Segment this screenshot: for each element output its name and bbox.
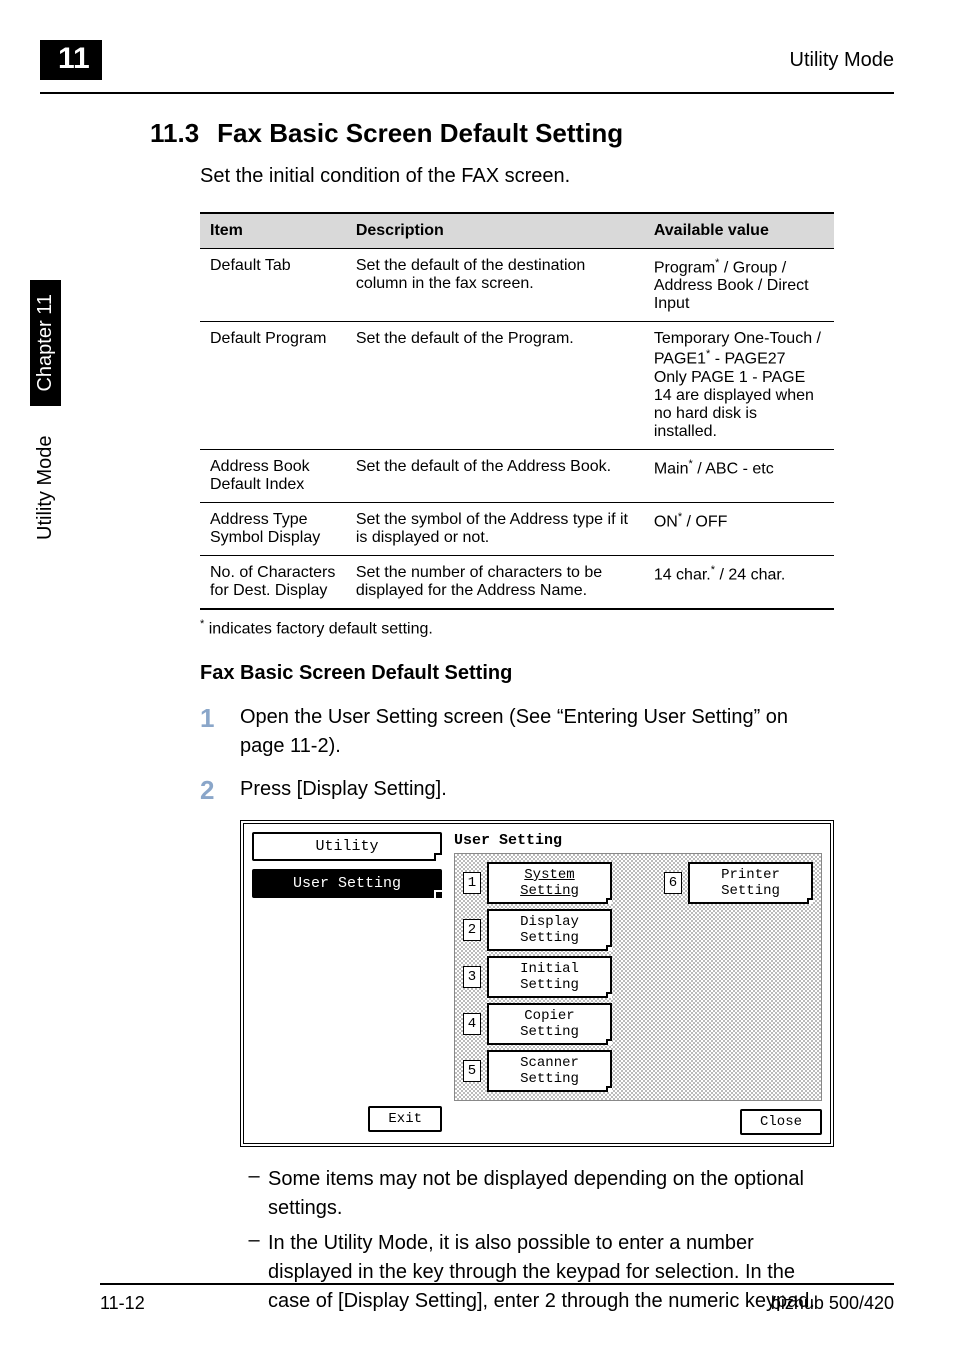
cell-desc: Set the number of characters to be displ… <box>346 555 644 609</box>
cell-item: Default Tab <box>200 249 346 322</box>
side-tab-label: Utility Mode Chapter 11 <box>30 280 61 540</box>
table-row: No. of Characters for Dest. Display Set … <box>200 555 834 609</box>
tab-utility[interactable]: Utility <box>252 832 442 861</box>
cell-desc: Set the symbol of the Address type if it… <box>346 502 644 555</box>
display-setting-button[interactable]: Display Setting <box>487 909 612 951</box>
step-2: 2 Press [Display Setting]. <box>200 775 834 806</box>
cell-avail: 14 char.* / 24 char. <box>644 555 834 609</box>
tab-user-setting[interactable]: User Setting <box>252 869 442 898</box>
header-rule <box>40 92 894 94</box>
section-number: 11.3 <box>150 118 199 148</box>
cell-avail: Program* / Group / Address Book / Direct… <box>644 249 834 322</box>
section-title: 11.3 Fax Basic Screen Default Setting <box>150 118 894 149</box>
cell-avail: ON* / OFF <box>644 502 834 555</box>
cell-item: Default Program <box>200 322 346 449</box>
copier-setting-button[interactable]: Copier Setting <box>487 1003 612 1045</box>
table-row: Default Tab Set the default of the desti… <box>200 249 834 322</box>
printer-setting-button[interactable]: Printer Setting <box>688 862 813 904</box>
cell-item: No. of Characters for Dest. Display <box>200 555 346 609</box>
step-1-text: Open the User Setting screen (See “Enter… <box>240 703 834 761</box>
th-item: Item <box>200 213 346 249</box>
num-1: 1 <box>463 872 481 894</box>
list-item: –Some items may not be displayed dependi… <box>240 1165 834 1223</box>
panel-title: User Setting <box>454 832 822 849</box>
exit-button[interactable]: Exit <box>368 1106 442 1132</box>
section-intro: Set the initial condition of the FAX scr… <box>200 165 894 188</box>
num-4: 4 <box>463 1013 481 1035</box>
step-2-number: 2 <box>200 775 240 806</box>
system-setting-button[interactable]: System Setting <box>487 862 612 904</box>
mode-label: Utility Mode <box>790 49 894 72</box>
cell-desc: Set the default of the destination colum… <box>346 249 644 322</box>
cell-desc: Set the default of the Program. <box>346 322 644 449</box>
scanner-setting-button[interactable]: Scanner Setting <box>487 1050 612 1092</box>
num-2: 2 <box>463 919 481 941</box>
cell-item: Address Book Default Index <box>200 449 346 502</box>
chapter-badge: 11 <box>40 40 102 80</box>
lcd-screenshot: Utility User Setting User Setting 1 Syst… <box>240 820 834 1147</box>
cell-item: Address Type Symbol Display <box>200 502 346 555</box>
panel-body: 1 System Setting 6 Printer Setting 2 Dis… <box>454 853 822 1101</box>
side-mode: Utility Mode <box>34 436 57 540</box>
table-row: Default Program Set the default of the P… <box>200 322 834 449</box>
num-6: 6 <box>664 872 682 894</box>
footnote: * indicates factory default setting. <box>200 618 894 638</box>
page-number: 11-12 <box>100 1293 145 1314</box>
th-available: Available value <box>644 213 834 249</box>
table-row: Address Book Default Index Set the defau… <box>200 449 834 502</box>
section-title-text: Fax Basic Screen Default Setting <box>217 118 623 148</box>
cell-avail: Main* / ABC - etc <box>644 449 834 502</box>
side-chapter: Chapter 11 <box>30 280 61 405</box>
step-2-text: Press [Display Setting]. <box>240 775 834 806</box>
table-row: Address Type Symbol Display Set the symb… <box>200 502 834 555</box>
step-1-number: 1 <box>200 703 240 761</box>
cell-avail: Temporary One-Touch / PAGE1* - PAGE27 On… <box>644 322 834 449</box>
step-1: 1 Open the User Setting screen (See “Ent… <box>200 703 834 761</box>
subheading: Fax Basic Screen Default Setting <box>200 662 894 685</box>
close-button[interactable]: Close <box>740 1109 822 1135</box>
initial-setting-button[interactable]: Initial Setting <box>487 956 612 998</box>
num-3: 3 <box>463 966 481 988</box>
product-name: bizhub 500/420 <box>771 1293 894 1314</box>
cell-desc: Set the default of the Address Book. <box>346 449 644 502</box>
settings-table: Item Description Available value Default… <box>200 212 834 610</box>
num-5: 5 <box>463 1060 481 1082</box>
th-description: Description <box>346 213 644 249</box>
